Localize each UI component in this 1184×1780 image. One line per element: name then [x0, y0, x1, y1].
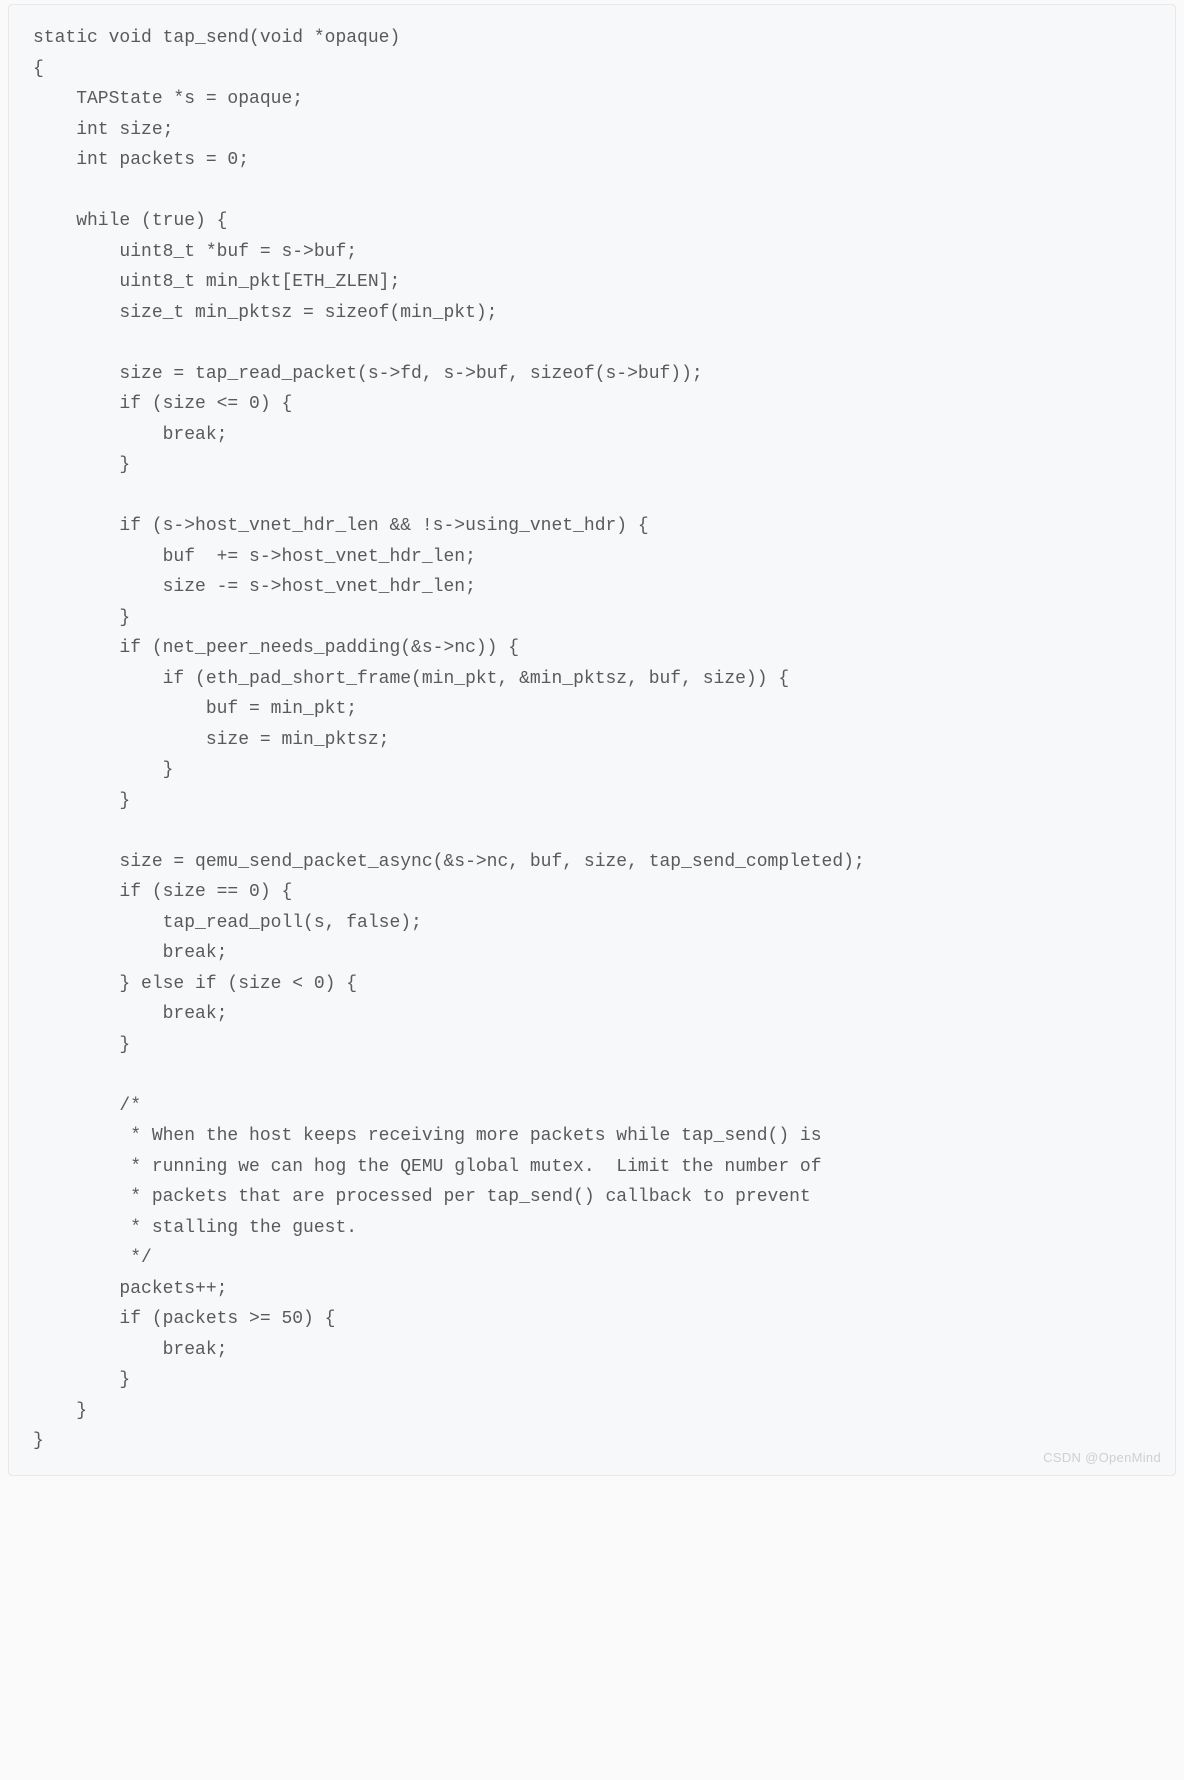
watermark-text: CSDN @OpenMind [1043, 1450, 1161, 1465]
code-block: static void tap_send(void *opaque) { TAP… [8, 4, 1176, 1476]
code-content: static void tap_send(void *opaque) { TAP… [33, 23, 1151, 1457]
